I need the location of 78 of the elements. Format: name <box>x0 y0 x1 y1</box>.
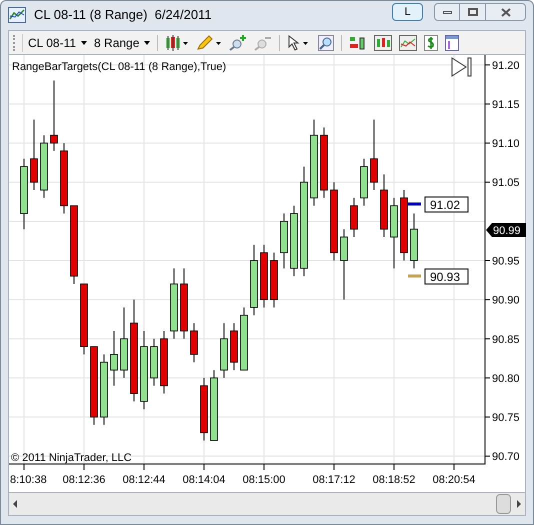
candle <box>350 197 358 238</box>
candle <box>170 268 178 340</box>
scrollbar-thumb[interactable] <box>496 494 511 514</box>
link-button[interactable]: L <box>392 3 423 21</box>
candle <box>190 322 198 363</box>
minimize-button[interactable] <box>434 3 460 21</box>
candlestick-style-icon[interactable] <box>165 34 190 50</box>
candle <box>210 370 218 442</box>
time-tick-label: 8:10:38 <box>10 474 47 486</box>
zoom-icon[interactable] <box>318 34 334 50</box>
candle <box>240 306 248 371</box>
candle <box>390 197 398 269</box>
price-tick-label: 90.95 <box>492 256 520 268</box>
candle <box>260 244 268 308</box>
candle <box>400 190 408 261</box>
time-tick-label: 08:14:04 <box>182 474 226 486</box>
price-tick-label: 91.20 <box>492 60 520 72</box>
chart-icon <box>8 7 26 23</box>
candle <box>230 322 238 371</box>
time-tick-label: 08:18:52 <box>372 474 416 486</box>
candle <box>30 119 38 191</box>
candle <box>20 158 28 230</box>
price-tick-label: 90.70 <box>492 451 520 464</box>
candle <box>150 338 158 386</box>
price-tick-label: 90.75 <box>492 412 520 424</box>
maximize-button[interactable] <box>460 3 486 21</box>
candle <box>180 268 188 340</box>
candle <box>280 213 288 269</box>
price-tick-label: 90.90 <box>492 294 520 307</box>
scroll-to-end-icon[interactable] <box>452 57 472 77</box>
time-tick-label: 08:12:44 <box>122 474 166 486</box>
candle <box>370 119 378 191</box>
candle <box>340 228 348 300</box>
close-icon <box>500 8 510 16</box>
price-tick-label: 91.05 <box>492 177 520 190</box>
candle <box>60 142 68 214</box>
time-tick-label: 08:17:12 <box>312 474 356 486</box>
dollar-icon[interactable] <box>424 34 438 50</box>
candle <box>250 244 258 316</box>
scroll-left-icon[interactable] <box>13 500 17 508</box>
candle <box>360 158 368 206</box>
indicator-label: RangeBarTargets(CL 08-11 (8 Range),True) <box>12 61 226 73</box>
copyright-text: © 2011 NinjaTrader, LLC <box>11 452 132 464</box>
price-tick-label: 90.80 <box>492 372 520 385</box>
candle <box>110 330 118 386</box>
current-price-badge: 90.99 <box>486 223 526 237</box>
candle <box>160 330 168 394</box>
target-price-label: 91.02 <box>424 196 468 212</box>
period-dropdown[interactable]: 8 Range <box>94 34 150 52</box>
time-tick-label: 08:12:36 <box>62 474 106 486</box>
candle <box>80 283 88 355</box>
time-tick-label: 08:15:00 <box>242 474 286 486</box>
candle <box>100 354 108 426</box>
candle <box>320 126 328 198</box>
time-tick-label: 08:20:54 <box>432 474 476 486</box>
window-title: CL 08-11 (8 Range) 6/24/2011 <box>34 6 212 24</box>
candle <box>380 174 388 238</box>
candle <box>50 80 58 152</box>
candle <box>40 134 48 198</box>
scroll-right-icon[interactable] <box>517 500 521 508</box>
candle <box>220 322 228 378</box>
candle <box>290 205 298 277</box>
price-tick-label: 91.10 <box>492 138 520 150</box>
candle <box>200 377 208 442</box>
bars-icon[interactable] <box>374 34 392 50</box>
target-price-label: 90.93 <box>424 268 468 284</box>
candle <box>120 306 128 378</box>
price-tick-label: 90.85 <box>492 334 520 346</box>
candle <box>410 213 418 269</box>
pencil-icon[interactable] <box>196 34 222 50</box>
candle <box>270 252 278 308</box>
price-tick-label: 91.15 <box>492 98 520 111</box>
horizontal-scrollbar[interactable] <box>8 492 526 516</box>
close-button[interactable] <box>486 3 526 21</box>
indicator-chart-icon[interactable] <box>399 34 418 50</box>
data-box-icon[interactable] <box>445 34 460 50</box>
instrument-dropdown[interactable]: CL 08-11 <box>22 34 88 52</box>
strategy-icon[interactable] <box>349 34 368 50</box>
